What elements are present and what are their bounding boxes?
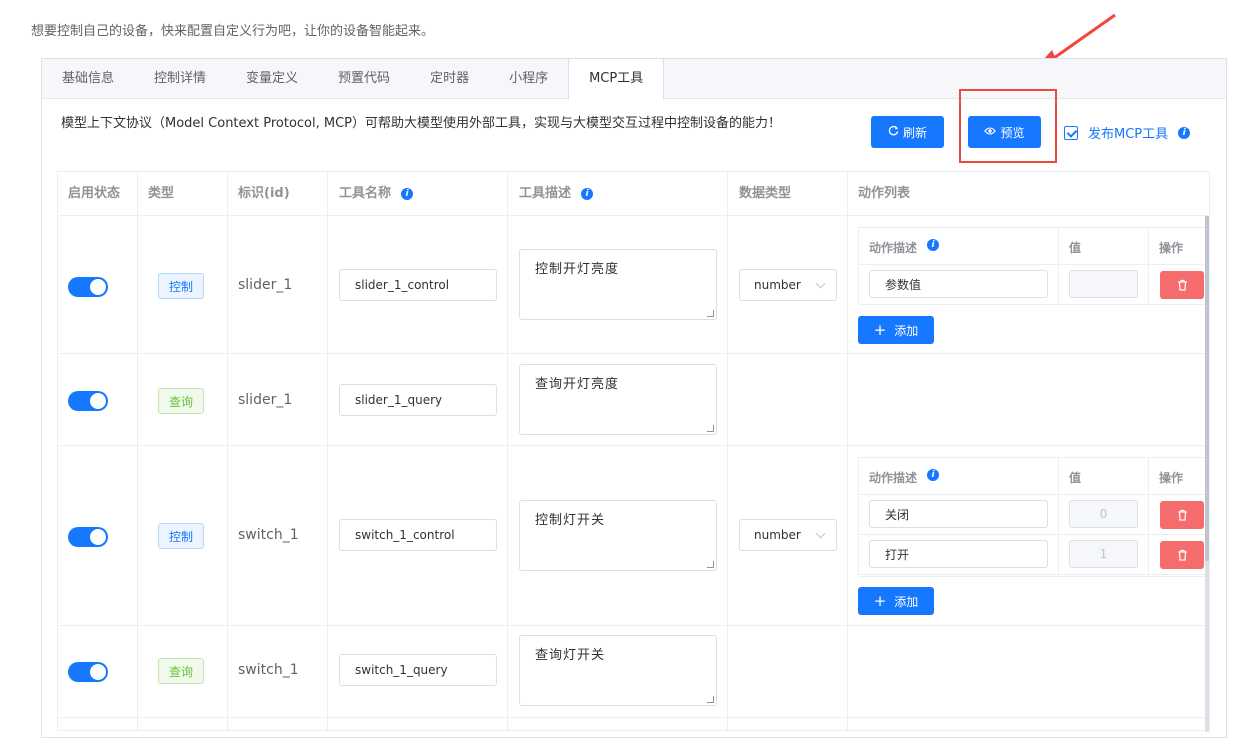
action-desc-input[interactable]: 打开 (869, 540, 1048, 568)
chevron-down-icon (815, 528, 826, 539)
action-col-value: 值 (1069, 241, 1082, 255)
tool-id: slider_1 (238, 277, 293, 293)
action-table: 动作描述 i 值 操作 参数值 (858, 227, 1208, 305)
delete-button[interactable] (1160, 271, 1204, 299)
tool-desc-textarea[interactable]: 控制灯开关 (519, 500, 717, 571)
enable-toggle[interactable] (68, 662, 108, 682)
refresh-label: 刷新 (902, 125, 927, 140)
col-actions: 动作列表 (858, 186, 911, 201)
mcp-description: 模型上下文协议（Model Context Protocol, MCP）可帮助大… (61, 116, 782, 131)
tool-name-input[interactable]: slider_1_query (339, 384, 497, 416)
table-header: 启用状态 类型 标识(id) 工具名称 i 工具描述 i 数据类型 动作列表 (58, 172, 1209, 216)
action-row: 参数值 (859, 265, 1207, 305)
action-col-op: 操作 (1159, 471, 1184, 485)
add-action-button[interactable]: + 添加 (858, 316, 934, 344)
preview-button[interactable]: 预览 (968, 116, 1041, 148)
col-type: 类型 (148, 186, 175, 201)
action-table-header: 动作描述 i 值 操作 (859, 228, 1207, 265)
tab-basic-info[interactable]: 基础信息 (42, 59, 134, 98)
publish-label: 发布MCP工具 (1088, 127, 1169, 142)
plus-icon: + (873, 321, 887, 339)
trash-icon (1177, 549, 1187, 561)
action-table-header: 动作描述 i 值 操作 (859, 458, 1207, 495)
page-hint: 想要控制自己的设备，快来配置自定义行为吧，让你的设备智能起来。 (31, 24, 435, 39)
action-value-input[interactable] (1069, 270, 1138, 298)
preview-label: 预览 (1000, 125, 1025, 140)
action-col-desc: 动作描述 (869, 241, 918, 255)
enable-toggle[interactable] (68, 527, 108, 547)
action-desc-input[interactable]: 关闭 (869, 500, 1048, 528)
action-divider (1058, 458, 1059, 576)
action-col-op: 操作 (1159, 241, 1184, 255)
enable-toggle[interactable] (68, 277, 108, 297)
mcp-tools-table: 启用状态 类型 标识(id) 工具名称 i 工具描述 i 数据类型 动作列表 控制 … (57, 171, 1210, 732)
tool-id: slider_1 (238, 392, 293, 408)
scrollbar-thumb[interactable] (1205, 216, 1209, 561)
tool-id: switch_1 (238, 662, 299, 678)
col-data-type: 数据类型 (739, 186, 792, 201)
data-type-select[interactable]: number (739, 519, 837, 551)
plus-icon: + (873, 592, 887, 610)
tab-variables[interactable]: 变量定义 (226, 59, 318, 98)
action-row: 关闭 0 (859, 495, 1207, 535)
trash-icon (1177, 509, 1187, 521)
tab-control-details[interactable]: 控制详情 (134, 59, 226, 98)
col-tool-name: 工具名称 i (339, 172, 414, 216)
tab-timer[interactable]: 定时器 (410, 59, 489, 98)
action-divider (1148, 228, 1149, 304)
col-tool-desc: 工具描述 i (519, 172, 594, 216)
tool-name-input[interactable]: switch_1_control (339, 519, 497, 551)
tab-mcp-tools[interactable]: MCP工具 (568, 59, 665, 99)
action-desc-input[interactable]: 参数值 (869, 270, 1048, 298)
tool-desc-textarea[interactable]: 查询开灯亮度 (519, 364, 717, 435)
info-icon: i (581, 188, 594, 200)
action-value-input[interactable]: 0 (1069, 500, 1138, 528)
tab-preset-code[interactable]: 预置代码 (318, 59, 410, 98)
tool-name-input[interactable]: slider_1_control (339, 269, 497, 301)
type-tag: 控制 (158, 523, 204, 549)
type-tag: 查询 (158, 388, 204, 414)
type-tag: 控制 (158, 273, 204, 299)
checkbox-checked-icon[interactable] (1064, 125, 1078, 140)
trash-icon (1177, 279, 1187, 291)
tool-name-input[interactable]: switch_1_query (339, 654, 497, 686)
delete-button[interactable] (1160, 541, 1204, 569)
chevron-down-icon (815, 278, 826, 289)
action-row: 打开 1 (859, 535, 1207, 575)
type-tag: 查询 (158, 658, 204, 684)
refresh-icon (888, 125, 899, 139)
publish-mcp-checkbox[interactable]: 发布MCP工具 i (1064, 123, 1191, 142)
eye-icon (984, 125, 997, 139)
col-enabled: 启用状态 (68, 186, 121, 201)
delete-button[interactable] (1160, 501, 1204, 529)
action-divider (1148, 458, 1149, 576)
action-table: 动作描述 i 值 操作 关闭 0 打开 1 (858, 457, 1208, 577)
enable-toggle[interactable] (68, 391, 108, 411)
info-icon: i (401, 188, 414, 200)
action-col-desc: 动作描述 (869, 471, 918, 485)
action-value-input[interactable]: 1 (1069, 540, 1138, 568)
refresh-button[interactable]: 刷新 (871, 116, 944, 148)
tab-mini-program[interactable]: 小程序 (489, 59, 568, 98)
action-col-value: 值 (1069, 471, 1082, 485)
info-icon: i (1178, 126, 1191, 139)
tool-desc-textarea[interactable]: 查询灯开关 (519, 635, 717, 706)
info-icon: i (927, 469, 940, 481)
data-type-select[interactable]: number (739, 269, 837, 301)
info-icon: i (927, 239, 940, 251)
col-id: 标识(id) (238, 186, 290, 201)
tool-id: switch_1 (238, 527, 299, 543)
action-divider (1058, 228, 1059, 304)
tool-desc-textarea[interactable]: 控制开灯亮度 (519, 249, 717, 320)
add-action-button[interactable]: + 添加 (858, 587, 934, 615)
